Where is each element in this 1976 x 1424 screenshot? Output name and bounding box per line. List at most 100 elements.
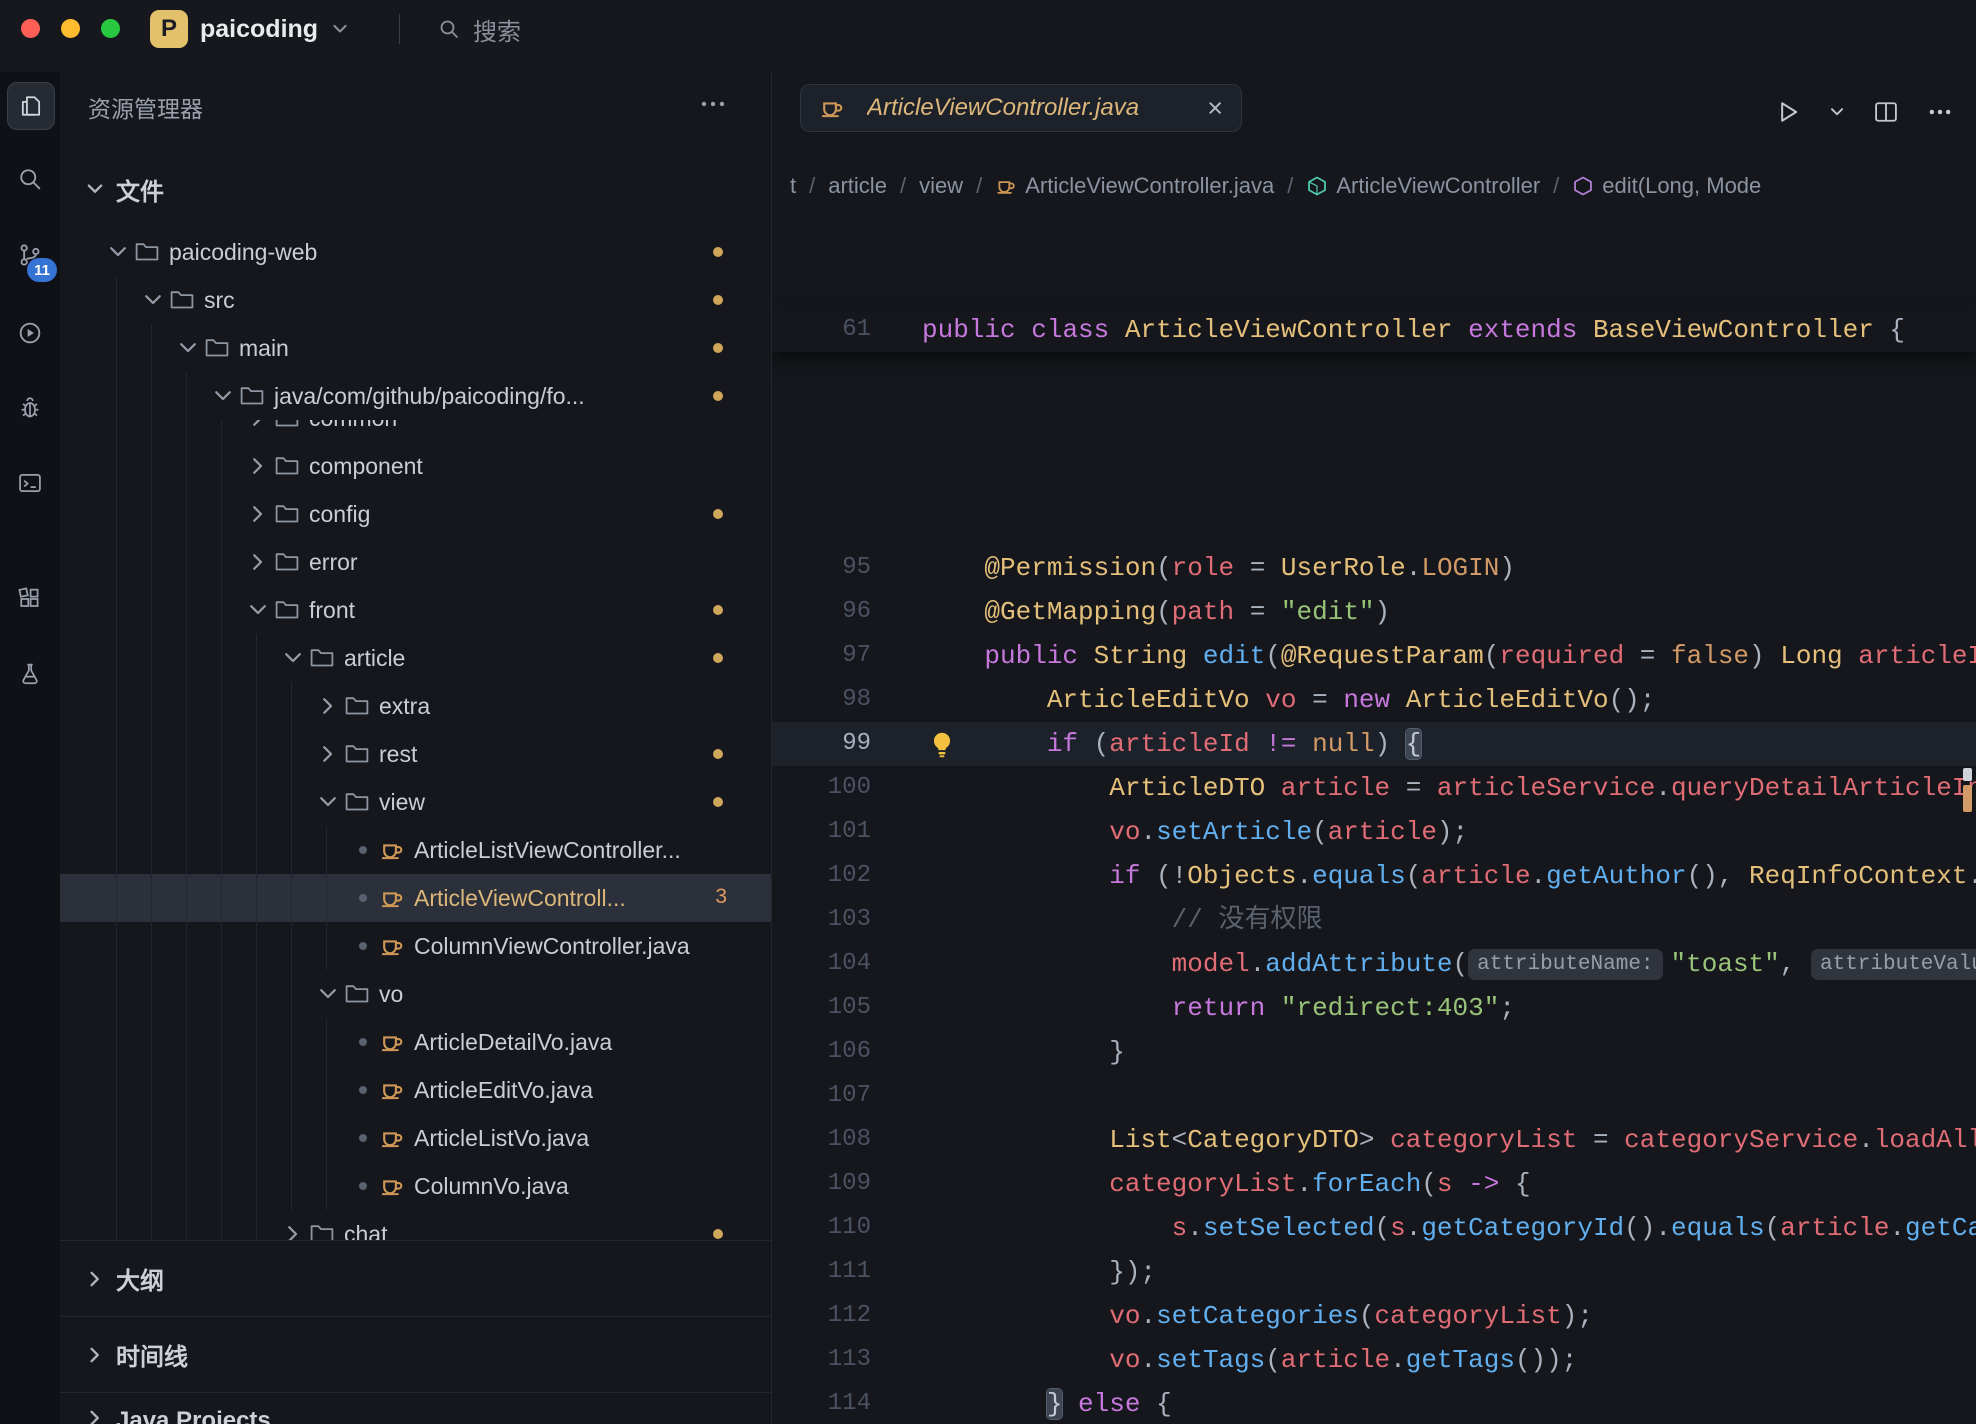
activity-terminal[interactable] bbox=[7, 460, 53, 506]
chevron-right-icon[interactable] bbox=[281, 1222, 305, 1240]
chevron-down-icon[interactable] bbox=[246, 598, 270, 622]
code-line-114[interactable]: 114 } else { bbox=[772, 1382, 1976, 1424]
code-line-112[interactable]: 112 vo.setCategories(categoryList); bbox=[772, 1294, 1976, 1338]
line-number[interactable]: 103 bbox=[772, 898, 871, 942]
overview-ruler[interactable] bbox=[1960, 220, 1974, 1424]
lightbulb-icon[interactable] bbox=[928, 730, 956, 758]
line-number[interactable]: 102 bbox=[772, 854, 871, 898]
line-number[interactable]: 113 bbox=[772, 1338, 871, 1382]
section-java-projects[interactable]: Java Projects bbox=[60, 1392, 771, 1424]
tree-file-articleeditvo-java[interactable]: ArticleEditVo.java bbox=[60, 1066, 771, 1114]
activity-search[interactable] bbox=[7, 156, 53, 202]
code-line-102[interactable]: 102 if (!Objects.equals(article.getAutho… bbox=[772, 854, 1976, 898]
line-number[interactable]: 109 bbox=[772, 1162, 871, 1206]
tree-file-articledetailvo-java[interactable]: ArticleDetailVo.java bbox=[60, 1018, 771, 1066]
tree-folder-vo[interactable]: vo bbox=[60, 970, 771, 1018]
tree-folder-common[interactable]: common bbox=[60, 420, 771, 442]
close-tab-icon[interactable]: × bbox=[1207, 95, 1223, 122]
line-number[interactable]: 101 bbox=[772, 810, 871, 854]
code-line-98[interactable]: 98 ArticleEditVo vo = new ArticleEditVo(… bbox=[772, 678, 1976, 722]
chevron-down-icon[interactable] bbox=[176, 336, 200, 360]
tree-folder-article[interactable]: article bbox=[60, 634, 771, 682]
chevron-down-icon[interactable] bbox=[106, 240, 130, 264]
line-number[interactable]: 104 bbox=[772, 942, 871, 986]
line-number[interactable]: 95 bbox=[772, 546, 871, 590]
line-number[interactable]: 112 bbox=[772, 1294, 871, 1338]
code-line-108[interactable]: 108 List<CategoryDTO> categoryList = cat… bbox=[772, 1118, 1976, 1162]
tree-folder-extra[interactable]: extra bbox=[60, 682, 771, 730]
code-line-111[interactable]: 111 }); bbox=[772, 1250, 1976, 1294]
code-line-97[interactable]: 97 public String edit(@RequestParam(requ… bbox=[772, 634, 1976, 678]
breadcrumb-t[interactable]: t bbox=[790, 173, 796, 199]
tree-folder-view[interactable]: view bbox=[60, 778, 771, 826]
code-line-107[interactable]: 107 bbox=[772, 1074, 1976, 1118]
line-number[interactable]: 61 bbox=[772, 308, 871, 352]
more-actions-icon[interactable] bbox=[1926, 98, 1954, 126]
activity-extensions[interactable] bbox=[7, 576, 53, 622]
code-line-99[interactable]: 99 if (articleId != null) { bbox=[772, 722, 1976, 766]
chevron-right-icon[interactable] bbox=[246, 502, 270, 526]
code-line-113[interactable]: 113 vo.setTags(article.getTags()); bbox=[772, 1338, 1976, 1382]
breadcrumb-articleviewcontroller-java[interactable]: ArticleViewController.java bbox=[995, 173, 1274, 199]
chevron-right-icon[interactable] bbox=[246, 454, 270, 478]
chevron-down-icon[interactable] bbox=[316, 982, 340, 1006]
tree-folder-rest[interactable]: rest bbox=[60, 730, 771, 778]
minimize-window-button[interactable] bbox=[61, 19, 80, 38]
tree-folder-java-com-github-paicoding-fo[interactable]: java/com/github/paicoding/fo... bbox=[60, 372, 771, 420]
run-button[interactable] bbox=[1774, 98, 1802, 126]
close-window-button[interactable] bbox=[21, 19, 40, 38]
split-editor-icon[interactable] bbox=[1872, 98, 1900, 126]
code-line-109[interactable]: 109 categoryList.forEach(s -> { bbox=[772, 1162, 1976, 1206]
line-number[interactable]: 99 bbox=[772, 722, 871, 766]
chevron-down-icon[interactable] bbox=[281, 646, 305, 670]
tree-file-columnviewcontroller-java[interactable]: ColumnViewController.java bbox=[60, 922, 771, 970]
code-line-101[interactable]: 101 vo.setArticle(article); bbox=[772, 810, 1976, 854]
tree-folder-paicoding-web[interactable]: paicoding-web bbox=[60, 228, 771, 276]
activity-explorer[interactable] bbox=[7, 82, 55, 130]
sticky-code-line-61[interactable]: 61public class ArticleViewController ext… bbox=[772, 308, 1976, 352]
chevron-right-icon[interactable] bbox=[246, 550, 270, 574]
code-editor[interactable]: 61public class ArticleViewController ext… bbox=[772, 220, 1976, 1424]
tree-file-articleviewcontroll[interactable]: ArticleViewControll...3 bbox=[60, 874, 771, 922]
breadcrumb-edit-long-mode[interactable]: edit(Long, Mode bbox=[1572, 173, 1761, 199]
code-line-106[interactable]: 106 } bbox=[772, 1030, 1976, 1074]
sticky-line[interactable]: 61public class ArticleViewController ext… bbox=[772, 308, 1976, 352]
tree-folder-main[interactable]: main bbox=[60, 324, 771, 372]
activity-run-debug[interactable] bbox=[7, 310, 53, 356]
tree-folder-error[interactable]: error bbox=[60, 538, 771, 586]
tree-folder-component[interactable]: component bbox=[60, 442, 771, 490]
line-number[interactable]: 100 bbox=[772, 766, 871, 810]
section-timeline[interactable]: 时间线 bbox=[60, 1316, 771, 1392]
line-number[interactable]: 96 bbox=[772, 590, 871, 634]
line-number[interactable]: 111 bbox=[772, 1250, 871, 1294]
zoom-window-button[interactable] bbox=[101, 19, 120, 38]
tree-file-articlelistvo-java[interactable]: ArticleListVo.java bbox=[60, 1114, 771, 1162]
tab-articleviewcontroller-java[interactable]: ArticleViewController.java × bbox=[800, 84, 1242, 132]
run-dropdown-icon[interactable] bbox=[1828, 103, 1846, 121]
chevron-right-icon[interactable] bbox=[316, 742, 340, 766]
chevron-right-icon[interactable] bbox=[316, 694, 340, 718]
line-number[interactable]: 110 bbox=[772, 1206, 871, 1250]
activity-debug-console[interactable] bbox=[7, 385, 53, 431]
line-number[interactable]: 108 bbox=[772, 1118, 871, 1162]
code-line-100[interactable]: 100 ArticleDTO article = articleService.… bbox=[772, 766, 1976, 810]
tree-file-columnvo-java[interactable]: ColumnVo.java bbox=[60, 1162, 771, 1210]
project-switcher[interactable]: P paicoding bbox=[150, 8, 350, 50]
tree-folder-config[interactable]: config bbox=[60, 490, 771, 538]
activity-source-control[interactable]: 11 bbox=[7, 232, 53, 278]
line-number[interactable]: 97 bbox=[772, 634, 871, 678]
breadcrumb-view[interactable]: view bbox=[919, 173, 963, 199]
more-actions-icon[interactable] bbox=[699, 92, 729, 116]
breadcrumb-articleviewcontroller[interactable]: ArticleViewController bbox=[1306, 173, 1540, 199]
line-number[interactable]: 98 bbox=[772, 678, 871, 722]
chevron-right-icon[interactable] bbox=[246, 420, 270, 430]
global-search[interactable]: 搜索 bbox=[437, 10, 521, 48]
chevron-down-icon[interactable] bbox=[211, 384, 235, 408]
activity-testing[interactable] bbox=[7, 651, 53, 697]
code-line-110[interactable]: 110 s.setSelected(s.getCategoryId().equa… bbox=[772, 1206, 1976, 1250]
tree-folder-front[interactable]: front bbox=[60, 586, 771, 634]
code-line-95[interactable]: 95 @Permission(role = UserRole.LOGIN) bbox=[772, 546, 1976, 590]
section-outline[interactable]: 大纲 bbox=[60, 1240, 771, 1316]
line-number[interactable]: 106 bbox=[772, 1030, 871, 1074]
breadcrumb-article[interactable]: article bbox=[828, 173, 887, 199]
